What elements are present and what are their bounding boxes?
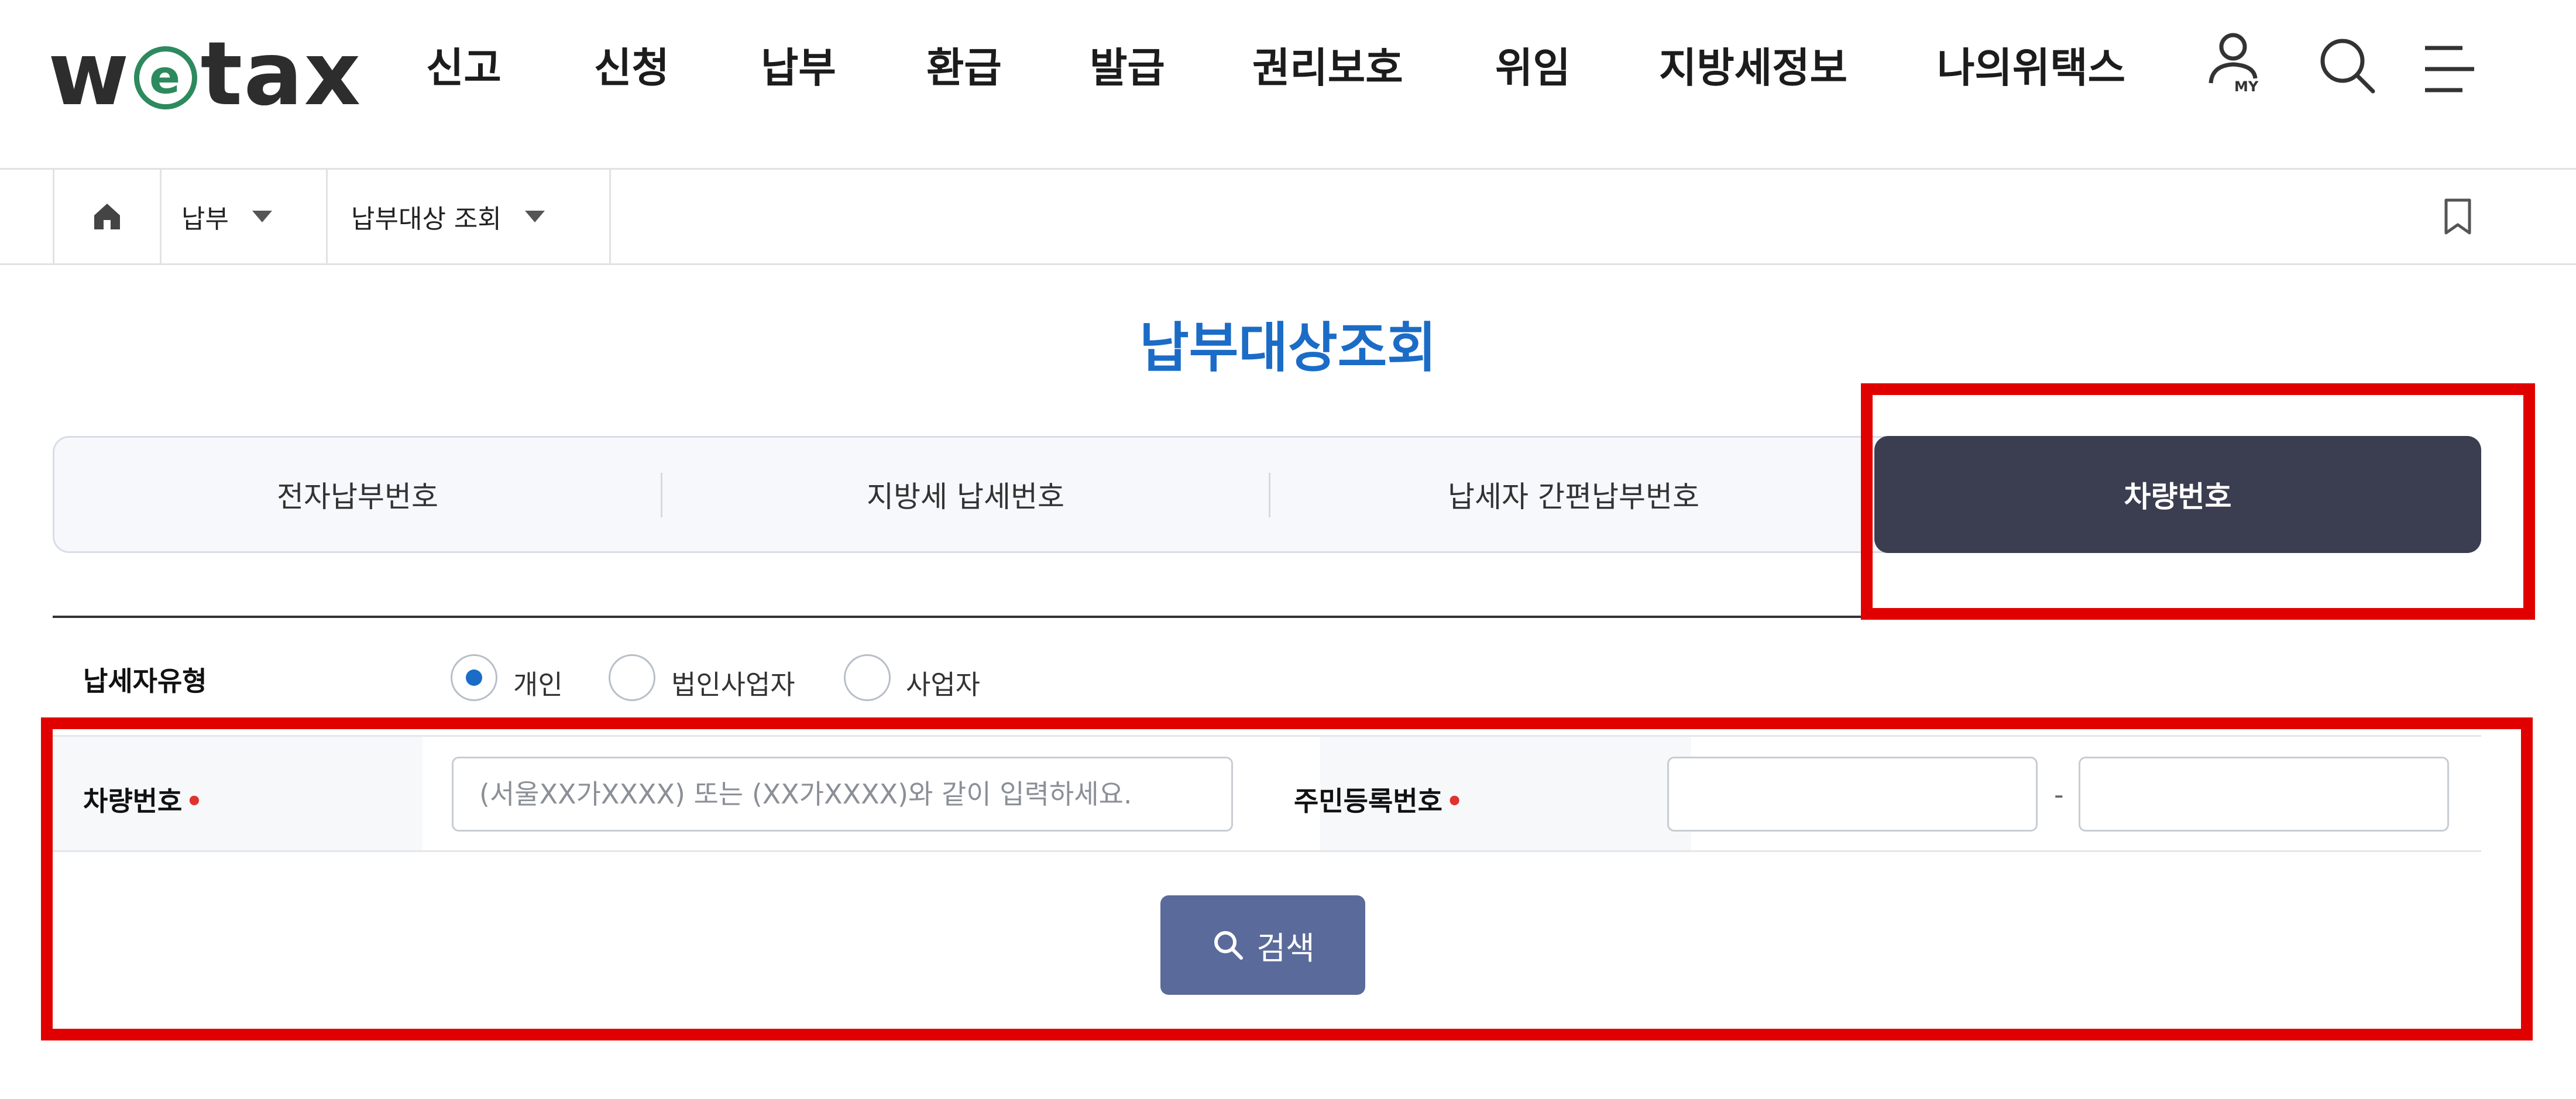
tab-local-tax-number[interactable]: 지방세 납세번호 xyxy=(662,438,1269,551)
nav-item-issue[interactable]: 발급 xyxy=(1090,35,1165,94)
bookmark-button[interactable] xyxy=(2440,198,2475,239)
my-page-button[interactable]: MY xyxy=(2207,33,2266,103)
rrn-label: 주민등록번호 • xyxy=(1294,780,1463,819)
nav-item-refund[interactable]: 환급 xyxy=(926,35,1002,94)
wetax-logo[interactable]: w e tax xyxy=(48,13,362,136)
tab-simple-payment-number[interactable]: 납세자 간편납부번호 xyxy=(1270,438,1877,551)
tab-label: 전자납부번호 xyxy=(277,480,438,514)
rrn-back-input[interactable] xyxy=(2079,757,2449,832)
taxpayer-type-label: 납세자유형 xyxy=(83,665,207,697)
nav-item-local-tax-info[interactable]: 지방세정보 xyxy=(1659,35,1847,94)
vehicle-search-row: 차량번호• 주민등록번호• - xyxy=(53,735,2481,852)
search-type-tabs: 전자납부번호 지방세 납세번호 납세자 간편납부번호 차량번호 xyxy=(53,436,2481,553)
breadcrumb: 납부 납부대상 조회 xyxy=(0,170,2576,265)
tab-vehicle-number[interactable]: 차량번호 xyxy=(1874,436,2481,553)
radio-business[interactable] xyxy=(844,654,891,701)
nav-item-report[interactable]: 신고 xyxy=(426,35,502,94)
my-label: MY xyxy=(2234,78,2259,95)
search-button[interactable] xyxy=(2314,33,2379,97)
required-mark: • xyxy=(1445,785,1464,817)
chevron-down-icon xyxy=(252,211,272,222)
vehicle-number-label: 차량번호 • xyxy=(83,780,203,819)
taxpayer-type-row: 납세자유형 개인 법인사업자 사업자 xyxy=(53,618,2481,735)
chevron-down-icon xyxy=(524,211,545,222)
search-icon xyxy=(1214,931,1244,960)
home-icon xyxy=(94,204,120,229)
menu-button[interactable] xyxy=(2422,41,2480,99)
search-button-label: 검색 xyxy=(1256,930,1315,966)
breadcrumb-level2-label: 납부대상 조회 xyxy=(351,204,502,234)
logo-e-circle: e xyxy=(133,46,197,109)
radio-individual[interactable] xyxy=(451,654,497,701)
radio-business-label[interactable]: 사업자 xyxy=(906,664,980,702)
nav-item-rights[interactable]: 권리보호 xyxy=(1252,35,1403,94)
vehicle-number-label-text: 차량번호 xyxy=(83,785,183,817)
search-button[interactable]: 검색 xyxy=(1160,895,1365,995)
breadcrumb-home[interactable] xyxy=(53,170,162,263)
menu-icon xyxy=(2425,46,2474,92)
radio-corporation-label[interactable]: 법인사업자 xyxy=(671,664,795,702)
rrn-front-input[interactable] xyxy=(1667,757,2038,832)
tab-label: 납세자 간편납부번호 xyxy=(1448,480,1699,514)
tab-electronic-payment-number[interactable]: 전자납부번호 xyxy=(54,438,661,551)
rrn-label-text: 주민등록번호 xyxy=(1294,785,1442,817)
bookmark-icon xyxy=(2444,198,2471,235)
tab-label: 지방세 납세번호 xyxy=(867,480,1064,514)
tab-label: 차량번호 xyxy=(2124,480,2232,514)
radio-individual-label[interactable]: 개인 xyxy=(513,664,563,702)
radio-corporation[interactable] xyxy=(609,654,655,701)
nav-item-my-wetax[interactable]: 나의위택스 xyxy=(1937,35,2125,94)
site-header: w e tax 신고 신청 납부 환급 발급 권리보호 위임 지방세정보 나의위택스… xyxy=(0,0,2576,170)
search-icon xyxy=(2320,39,2375,94)
breadcrumb-level1[interactable]: 납부 xyxy=(162,170,328,263)
page: w e tax 신고 신청 납부 환급 발급 권리보호 위임 지방세정보 나의위택스… xyxy=(0,0,2576,1099)
vehicle-number-input[interactable] xyxy=(452,757,1233,832)
required-mark: • xyxy=(186,785,203,817)
logo-text-tax: tax xyxy=(200,23,362,125)
rrn-separator: - xyxy=(2054,779,2064,810)
nav-item-delegate[interactable]: 위임 xyxy=(1495,35,1571,94)
page-title: 납부대상조회 xyxy=(1139,317,1437,379)
breadcrumb-level1-label: 납부 xyxy=(181,204,229,234)
breadcrumb-level2[interactable]: 납부대상 조회 xyxy=(328,170,611,263)
nav-item-apply[interactable]: 신청 xyxy=(594,35,669,94)
nav-item-pay[interactable]: 납부 xyxy=(761,35,836,94)
logo-text-w: w xyxy=(48,23,130,125)
